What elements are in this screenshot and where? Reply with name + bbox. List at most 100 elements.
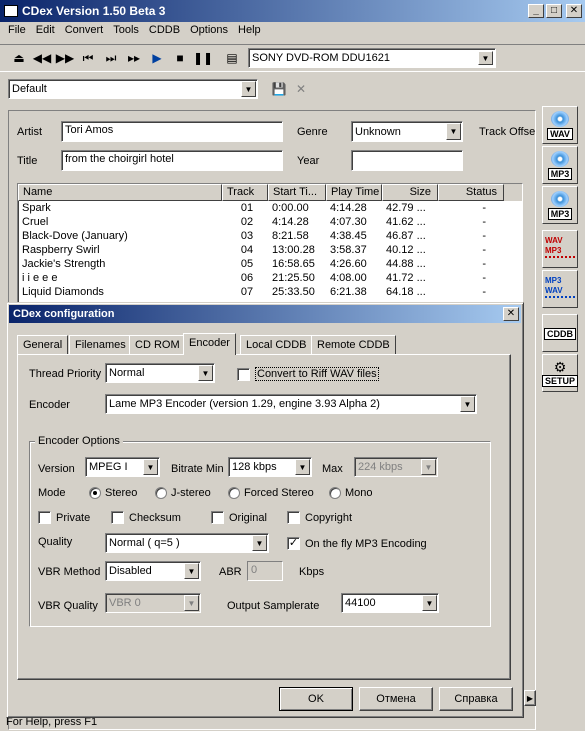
drive-select[interactable]: SONY DVD-ROM DDU1621 ▼ — [248, 48, 496, 68]
next-track-icon[interactable]: ⏭ — [100, 47, 122, 69]
chevron-down-icon[interactable]: ▼ — [460, 396, 475, 412]
quality-select[interactable]: Normal ( q=5 ) ▼ — [105, 533, 269, 553]
chevron-down-icon[interactable]: ▼ — [295, 459, 310, 475]
profile-select[interactable]: Default ▼ — [8, 79, 258, 99]
table-row[interactable]: Liquid Diamonds 07 25:33.50 6:21.38 64.18 ..… — [18, 285, 522, 299]
menu-file[interactable]: File — [8, 24, 26, 40]
mode-mono-radio[interactable]: Mono — [329, 487, 373, 499]
cancel-button[interactable]: Отмена — [359, 687, 433, 711]
chevron-down-icon[interactable]: ▼ — [198, 365, 213, 381]
chevron-down-icon: ▼ — [184, 595, 199, 611]
table-row[interactable]: i i e e e 06 21:25.50 4:08.00 41.72 ... - — [18, 271, 522, 285]
tab-cd-rom[interactable]: CD ROM — [129, 335, 186, 355]
chevron-down-icon[interactable]: ▼ — [241, 81, 256, 97]
radio-dot[interactable] — [89, 487, 101, 499]
mp3-to-wav-button[interactable]: MP3 WAV — [542, 270, 578, 308]
close-button[interactable]: ✕ — [566, 4, 582, 18]
on-the-fly-checkbox[interactable]: ✓ On the fly MP3 Encoding — [287, 537, 427, 550]
mode-forced-stereo-radio[interactable]: Forced Stereo — [228, 487, 314, 499]
wav-to-mp3-button[interactable]: WAV MP3 — [542, 230, 578, 268]
extract-partial-mp3-button[interactable]: MP3 — [542, 186, 578, 224]
previous-track-icon[interactable]: ⏮ — [77, 47, 99, 69]
thread-priority-select[interactable]: Normal ▼ — [105, 363, 215, 383]
chevron-down-icon[interactable]: ▼ — [252, 535, 267, 551]
menu-edit[interactable]: Edit — [36, 24, 55, 40]
vbr-quality-value: VBR 0 — [109, 597, 141, 609]
minimize-button[interactable]: _ — [528, 4, 544, 18]
stop-icon[interactable]: ■ — [169, 47, 191, 69]
cddb-button[interactable]: CDDB — [542, 314, 578, 352]
save-icon[interactable]: 💾 — [268, 78, 290, 100]
menu-help[interactable]: Help — [238, 24, 261, 40]
chevron-down-icon[interactable]: ▼ — [446, 123, 461, 140]
column-play-time[interactable]: Play Time — [326, 184, 382, 201]
column-status[interactable]: Status — [438, 184, 504, 201]
checkbox-box[interactable] — [237, 367, 250, 381]
play-icon[interactable]: ▶ — [146, 47, 168, 69]
vbr-method-select[interactable]: Disabled ▼ — [105, 561, 201, 581]
chevron-down-icon[interactable]: ▼ — [478, 51, 493, 65]
encoder-select[interactable]: Lame MP3 Encoder (version 1.29, engine 3… — [105, 394, 477, 414]
menu-tools[interactable]: Tools — [113, 24, 139, 40]
chevron-down-icon[interactable]: ▼ — [184, 563, 199, 579]
radio-dot[interactable] — [329, 487, 341, 499]
checksum-checkbox[interactable]: Checksum — [111, 511, 181, 524]
genre-select[interactable]: Unknown ▼ — [351, 121, 463, 142]
table-row[interactable]: Cruel 02 4:14.28 4:07.30 41.62 ... - — [18, 215, 522, 229]
title-input[interactable]: from the choirgirl hotel — [61, 150, 283, 171]
copyright-checkbox[interactable]: Copyright — [287, 511, 352, 524]
dialog-close-button[interactable]: ✕ — [503, 307, 519, 321]
rewind-icon[interactable]: ◀◀ — [31, 47, 53, 69]
checkbox-box[interactable] — [287, 511, 300, 524]
bitrate-min-select[interactable]: 128 kbps ▼ — [228, 457, 312, 477]
pause-icon[interactable]: ❚❚ — [192, 47, 214, 69]
artist-input[interactable]: Tori Amos — [61, 121, 283, 142]
help-button[interactable]: Справка — [439, 687, 513, 711]
skip-icon[interactable]: ▸▸ — [123, 47, 145, 69]
tab-local-cddb[interactable]: Local CDDB — [240, 335, 313, 355]
table-row[interactable]: Spark 01 0:00.00 4:14.28 42.79 ... - — [18, 201, 522, 215]
setup-button[interactable]: ⚙ SETUP — [542, 354, 579, 392]
riff-wav-checkbox[interactable]: Convert to Riff WAV files — [237, 367, 379, 381]
menu-convert[interactable]: Convert — [65, 24, 104, 40]
tab-filenames[interactable]: Filenames — [69, 335, 132, 355]
tab-remote-cddb[interactable]: Remote CDDB — [311, 335, 396, 355]
mode-stereo-radio[interactable]: Stereo — [89, 487, 137, 499]
radio-dot[interactable] — [228, 487, 240, 499]
menu-cddb[interactable]: CDDB — [149, 24, 180, 40]
checkbox-box[interactable] — [111, 511, 124, 524]
checkmark-icon[interactable]: ✓ — [287, 537, 300, 550]
menu-options[interactable]: Options — [190, 24, 228, 40]
ok-button[interactable]: OK — [279, 687, 353, 711]
table-row[interactable]: Raspberry Swirl 04 13:00.28 3:58.37 40.12 ..… — [18, 243, 522, 257]
tab-general[interactable]: General — [17, 335, 69, 355]
checkbox-box[interactable] — [211, 511, 224, 524]
bitrate-max-select: 224 kbps ▼ — [354, 457, 438, 477]
table-row[interactable]: Jackie's Strength 05 16:58.65 4:26.60 44.88 … — [18, 257, 522, 271]
tab-encoder[interactable]: Encoder — [183, 333, 236, 355]
chevron-down-icon[interactable]: ▼ — [143, 459, 158, 475]
scroll-right-icon[interactable]: ▶ — [524, 690, 536, 706]
fast-forward-icon[interactable]: ▶▶ — [54, 47, 76, 69]
eject-icon[interactable]: ⏏ — [8, 47, 30, 69]
samplerate-select[interactable]: 44100 ▼ — [341, 593, 439, 613]
column-name[interactable]: Name — [18, 184, 222, 201]
column-track[interactable]: Track — [222, 184, 268, 201]
column-size[interactable]: Size — [382, 184, 438, 201]
table-row[interactable]: Black-Dove (January) 03 8:21.58 4:38.45 46.8… — [18, 229, 522, 243]
private-checkbox[interactable]: Private — [38, 511, 90, 524]
extract-mp3-button[interactable]: MP3 — [542, 146, 578, 184]
year-input[interactable] — [351, 150, 463, 171]
delete-icon[interactable]: ✕ — [290, 78, 312, 100]
column-start-time[interactable]: Start Ti... — [268, 184, 326, 201]
extract-wav-button[interactable]: WAV — [542, 106, 578, 144]
maximize-button[interactable]: □ — [546, 4, 562, 18]
original-checkbox[interactable]: Original — [211, 511, 267, 524]
chevron-down-icon[interactable]: ▼ — [422, 595, 437, 611]
version-select[interactable]: MPEG I ▼ — [85, 457, 160, 477]
radio-dot[interactable] — [155, 487, 167, 499]
mode-jstereo-radio[interactable]: J-stereo — [155, 487, 211, 499]
cd-info-icon[interactable]: ▤ — [221, 47, 243, 69]
checkbox-box[interactable] — [38, 511, 51, 524]
track-list[interactable]: Name Track Start Ti... Play Time Size St… — [17, 183, 523, 308]
